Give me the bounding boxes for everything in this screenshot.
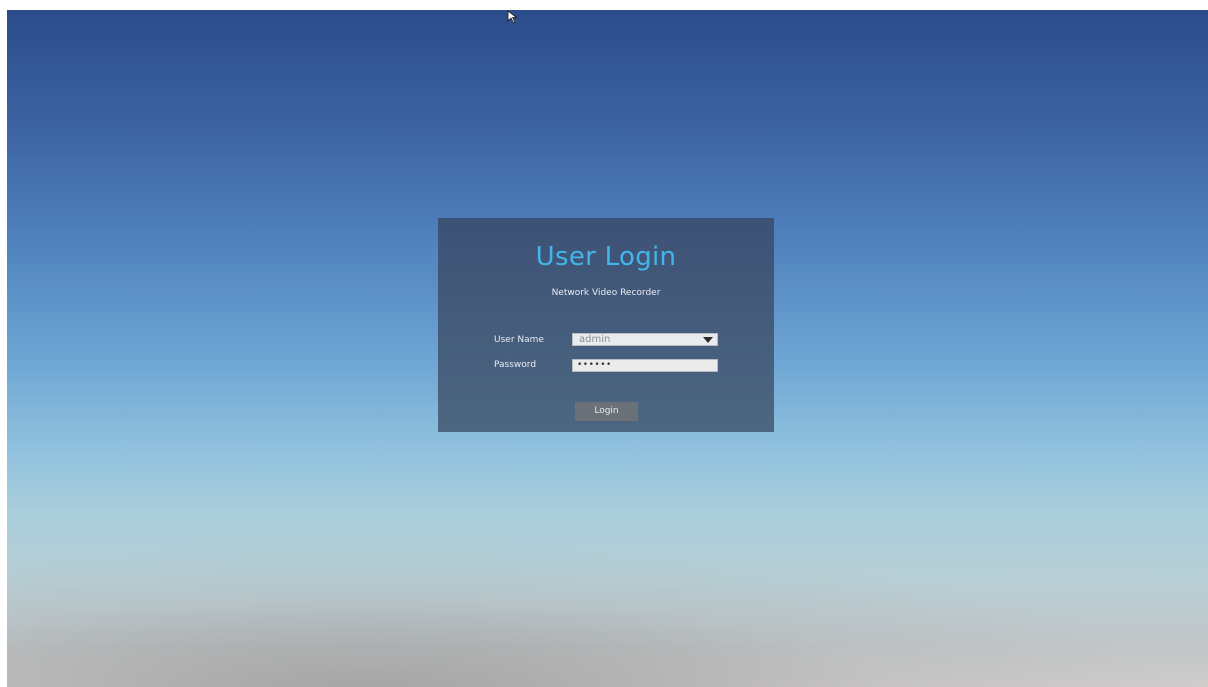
password-label: Password — [494, 360, 537, 370]
password-mask: •••••• — [577, 360, 612, 370]
background-haze — [7, 537, 1208, 687]
username-label: User Name — [494, 335, 544, 345]
dialog-title: User Login — [535, 242, 677, 272]
mouse-pointer-icon — [507, 10, 518, 24]
username-value: admin — [579, 334, 611, 345]
dialog-subtitle: Network Video Recorder — [551, 288, 661, 298]
login-button[interactable]: Login — [575, 402, 638, 421]
username-select[interactable]: admin — [572, 333, 718, 346]
password-field[interactable]: •••••• — [572, 359, 718, 372]
chevron-down-icon[interactable] — [703, 337, 713, 343]
login-dialog: User Login Network Video Recorder User N… — [438, 218, 774, 432]
desktop-background: User Login Network Video Recorder User N… — [7, 10, 1208, 687]
